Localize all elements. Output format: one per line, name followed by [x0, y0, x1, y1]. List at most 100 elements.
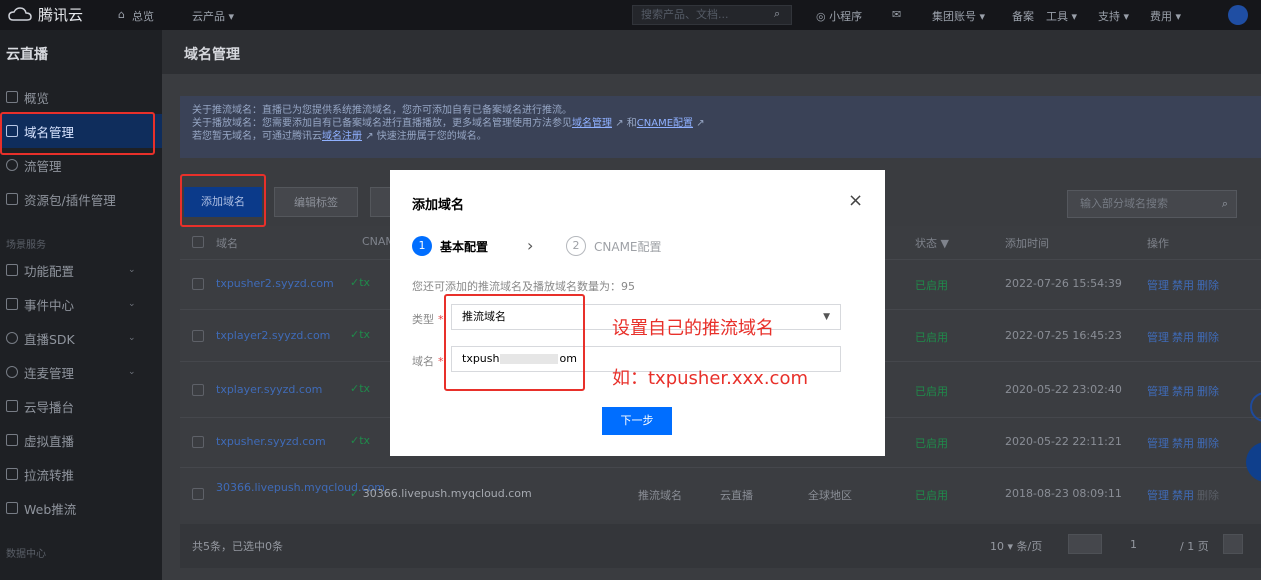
column-ops: 操作 [1147, 237, 1169, 250]
domain-management-doc-link[interactable]: 域名管理 [572, 118, 612, 129]
sidebar-item-web-push[interactable]: Web推流 [0, 491, 162, 525]
filing-link[interactable]: 备案 [1012, 8, 1034, 24]
delete-link[interactable]: 删除 [1197, 435, 1219, 451]
sidebar-item-feature-config[interactable]: 功能配置 ⌄ [0, 253, 162, 287]
account-menu[interactable]: 集团账号 ▾ [932, 8, 985, 24]
sidebar-item-live-sdk[interactable]: 直播SDK ⌄ [0, 321, 162, 355]
manage-link[interactable]: 管理 [1147, 383, 1169, 399]
status-badge: 已启用 [915, 331, 948, 344]
delete-link[interactable]: 删除 [1197, 383, 1219, 399]
disable-link[interactable]: 禁用 [1172, 383, 1194, 399]
domain-search-input[interactable]: 输入部分域名搜索 ⌕ [1067, 190, 1237, 218]
billing-menu[interactable]: 费用 ▾ [1150, 8, 1181, 24]
row-checkbox[interactable] [192, 278, 204, 290]
select-all-checkbox[interactable] [192, 236, 204, 248]
current-page-input[interactable]: 1 [1130, 538, 1137, 551]
account-label: 集团账号 [932, 10, 976, 23]
cname-value: tx [359, 434, 371, 447]
mini-program-link[interactable]: ◎ 小程序 [816, 8, 862, 24]
row-checkbox[interactable] [192, 436, 204, 448]
annotation-box-add-button [180, 174, 266, 227]
search-icon[interactable]: ⌕ [774, 7, 780, 21]
mail-icon[interactable]: ✉ [892, 8, 901, 21]
row-checkbox[interactable] [192, 330, 204, 342]
delete-link[interactable]: 删除 [1197, 329, 1219, 345]
tencent-cloud-logo[interactable]: 腾讯云 [8, 4, 83, 25]
edit-tag-button[interactable]: 编辑标签 [274, 187, 358, 217]
manage-link[interactable]: 管理 [1147, 487, 1169, 503]
search-icon[interactable]: ⌕ [1222, 191, 1228, 217]
notice-line-1: 关于推流域名：直播已为您提供系统推流域名，您亦可添加自有已备案域名进行推流。 [192, 105, 572, 116]
tools-menu[interactable]: 工具 ▾ [1046, 8, 1077, 24]
column-domain: 域名 [216, 237, 238, 250]
delete-link[interactable]: 删除 [1197, 277, 1219, 293]
row-checkbox[interactable] [192, 384, 204, 396]
sidebar-item-relay-push[interactable]: 拉流转推 [0, 457, 162, 491]
manage-link[interactable]: 管理 [1147, 329, 1169, 345]
notice-line-3-prefix: 若您暂无域名，可通过腾讯云 [192, 131, 322, 142]
manage-link[interactable]: 管理 [1147, 277, 1169, 293]
external-link-icon: ↗ [615, 118, 624, 129]
next-step-button[interactable]: 下一步 [602, 407, 672, 435]
page-title: 域名管理 [162, 30, 1261, 74]
sidebar-item-resource-packages[interactable]: 资源包/插件管理 [0, 182, 162, 216]
column-status[interactable]: 状态 ▼ [915, 235, 949, 251]
annotation-box-form [444, 294, 585, 391]
user-avatar[interactable] [1228, 5, 1248, 25]
global-search-input[interactable]: 搜索产品、文档... [632, 5, 792, 25]
products-menu[interactable]: 云产品 ▾ [192, 8, 234, 24]
search-placeholder: 输入部分域名搜索 [1080, 197, 1168, 210]
step-basic-config: 1 基本配置 [412, 236, 488, 256]
domain-link[interactable]: 30366.livepush.myqcloud.com [216, 480, 385, 495]
filter-icon: ▼ [940, 237, 949, 250]
chevron-down-icon: ⌄ [128, 265, 136, 275]
chevron-down-icon: ⌄ [128, 299, 136, 309]
domain-link[interactable]: txplayer2.syyzd.com [216, 329, 330, 342]
check-circle-icon: ✓ [350, 434, 360, 447]
tools-label: 工具 [1046, 10, 1068, 23]
sidebar-item-cloud-director[interactable]: 云导播台 [0, 389, 162, 423]
status-badge: 已启用 [915, 437, 948, 450]
page-size-select[interactable]: 10 ▾ 条/页 [990, 538, 1042, 554]
support-menu[interactable]: 支持 ▾ [1098, 8, 1129, 24]
type-label: 类型 * [412, 311, 444, 327]
grid-icon [6, 91, 18, 103]
status-badge: 已启用 [915, 279, 948, 292]
domain-register-link[interactable]: 域名注册 [322, 131, 362, 142]
products-label: 云产品 [192, 10, 225, 23]
cname-cell: ✓ 30366.livepush.myqcloud.com [350, 487, 532, 500]
home-icon[interactable]: ⌂ [118, 8, 125, 21]
sidebar-item-virtual-live[interactable]: 虚拟直播 [0, 423, 162, 457]
package-icon [6, 193, 18, 205]
column-status-label: 状态 [915, 237, 937, 250]
disable-link[interactable]: 禁用 [1172, 487, 1194, 503]
row-checkbox[interactable] [192, 488, 204, 500]
sidebar-item-overview[interactable]: 概览 [0, 80, 162, 114]
cname-config-doc-link[interactable]: CNAME配置 [637, 118, 693, 129]
sidebar-item-label: 连麦管理 [24, 365, 75, 381]
sidebar-item-label: 虚拟直播 [24, 433, 75, 449]
added-time: 2018-08-23 08:09:11 [1005, 487, 1122, 500]
domain-link[interactable]: txpusher.syyzd.com [216, 435, 326, 448]
sidebar-item-label: 流管理 [24, 158, 62, 174]
region: 全球地区 [808, 489, 852, 502]
disable-link[interactable]: 禁用 [1172, 435, 1194, 451]
close-icon[interactable]: × [848, 192, 863, 210]
sidebar-item-co-anchoring[interactable]: 连麦管理 ⌄ [0, 355, 162, 389]
overview-link[interactable]: 总览 [132, 8, 154, 24]
sidebar-item-label: 云导播台 [24, 399, 75, 415]
domain-link[interactable]: txpusher2.syyzd.com [216, 277, 334, 290]
page-size-unit: 条/页 [1016, 540, 1043, 553]
virtual-icon [6, 434, 18, 446]
manage-link[interactable]: 管理 [1147, 435, 1169, 451]
first-page-button[interactable] [1068, 534, 1102, 554]
step-cname-config: 2 CNAME配置 [566, 236, 662, 256]
disable-link[interactable]: 禁用 [1172, 277, 1194, 293]
disable-link[interactable]: 禁用 [1172, 329, 1194, 345]
domain-link[interactable]: txplayer.syyzd.com [216, 383, 322, 396]
sidebar-item-event-center[interactable]: 事件中心 ⌄ [0, 287, 162, 321]
next-page-button[interactable] [1223, 534, 1243, 554]
check-circle-icon: ✓ [350, 276, 360, 289]
step-label: CNAME配置 [594, 239, 662, 254]
annotation-example: 如：txpusher.xxx.com [612, 368, 808, 389]
